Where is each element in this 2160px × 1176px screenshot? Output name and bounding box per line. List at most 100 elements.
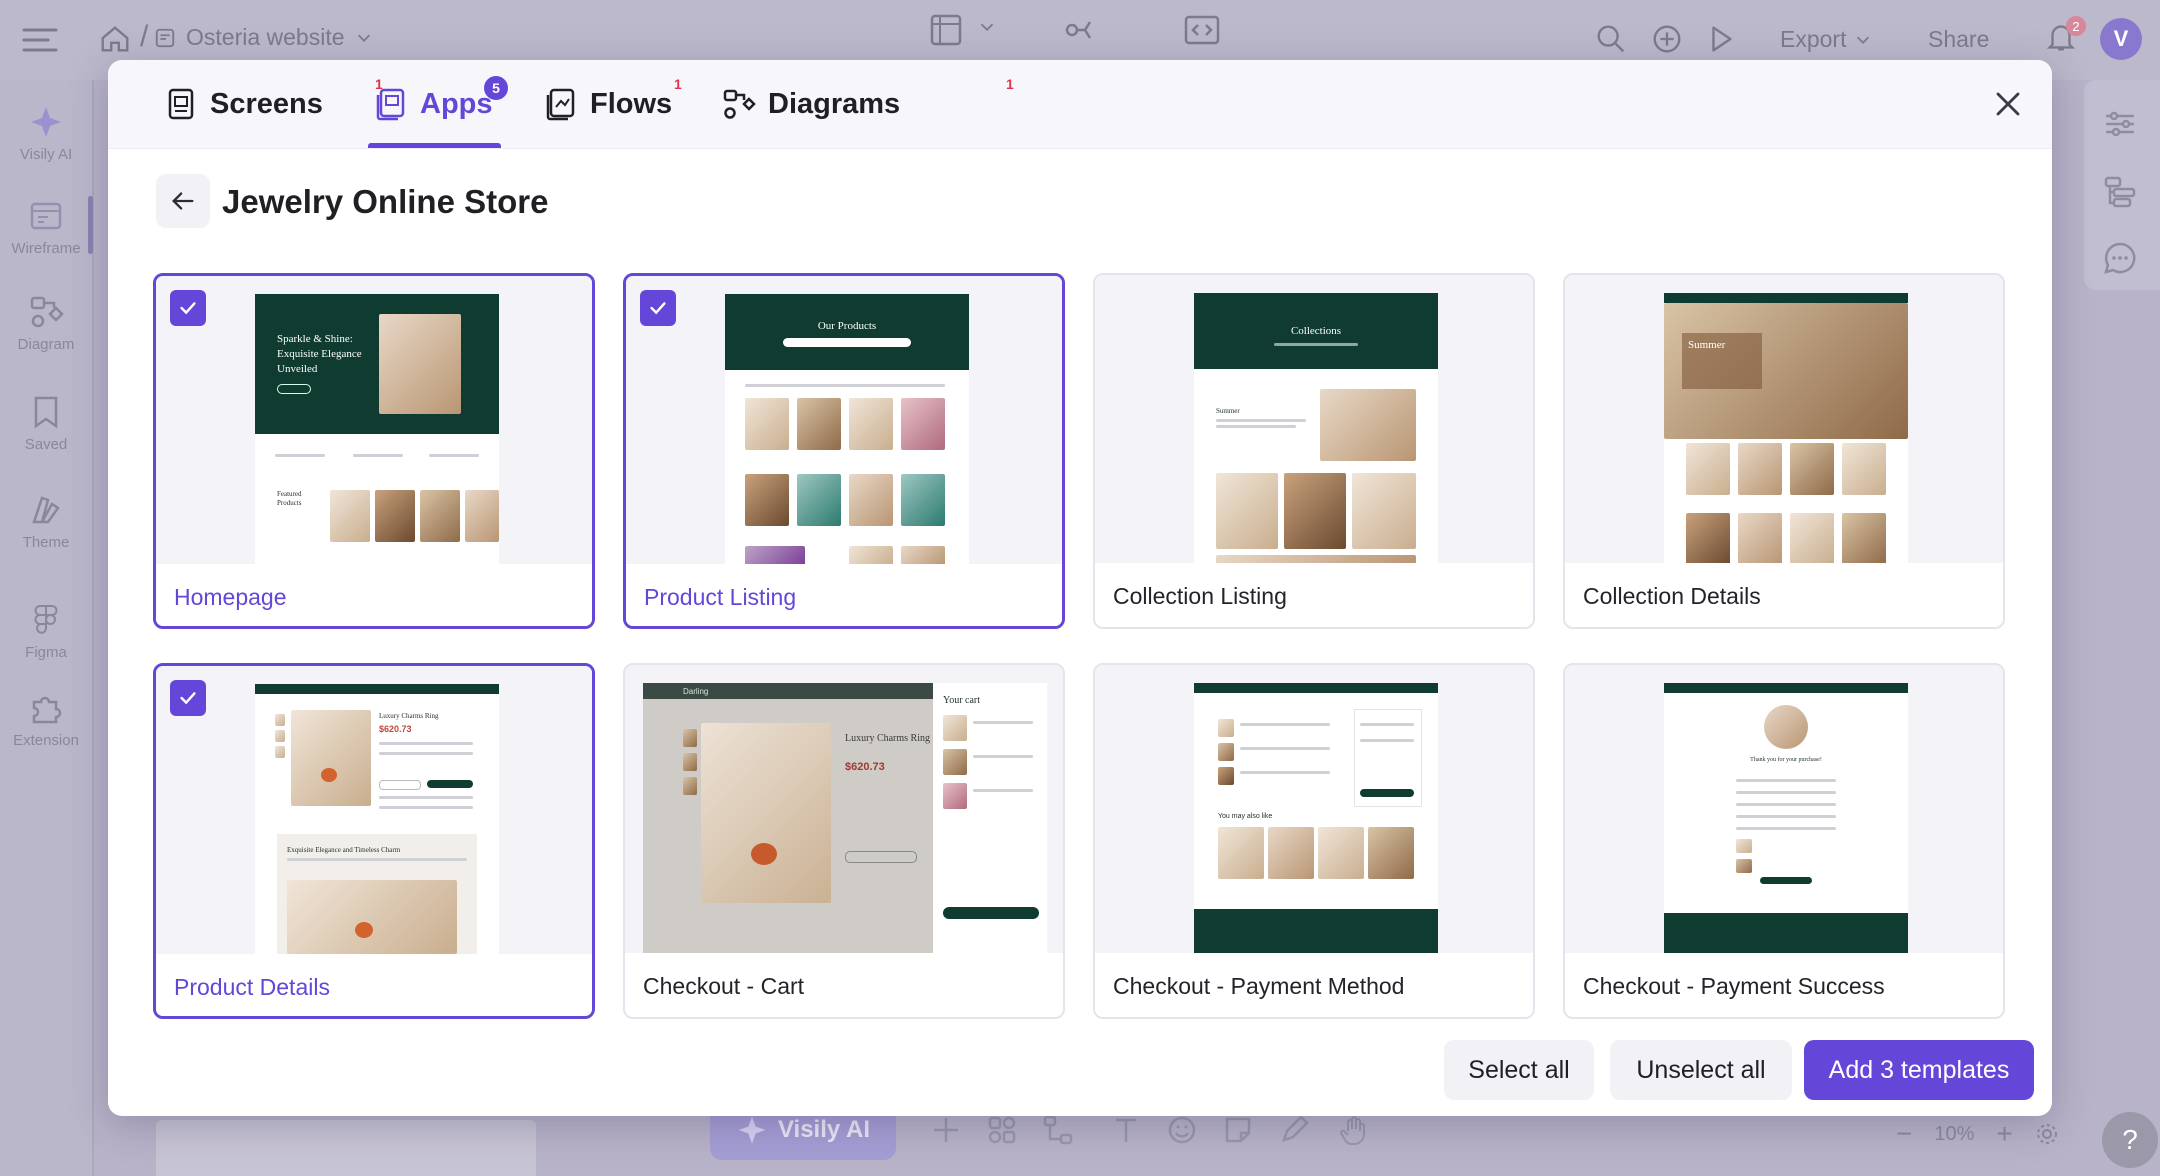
tab-badge: 1	[674, 76, 682, 92]
comment-icon[interactable]	[2102, 240, 2138, 276]
add-icon[interactable]	[1650, 22, 1684, 56]
product-name: Luxury Charms Ring	[379, 712, 439, 720]
zoom-out-button[interactable]: −	[1896, 1118, 1912, 1150]
flows-icon	[546, 88, 575, 121]
hand-tool-icon[interactable]	[1338, 1114, 1370, 1146]
brand-logo-text: Darling	[683, 687, 709, 696]
template-card-homepage[interactable]: Sparkle & Shine: Exquisite Elegance Unve…	[153, 273, 595, 629]
template-card-collection-details[interactable]: Summer Collection Details	[1563, 273, 2005, 629]
elegance-heading: Exquisite Elegance and Timeless Charm	[287, 846, 401, 854]
tab-screens[interactable]: Screens 1	[164, 60, 383, 148]
tab-badge: 1	[1006, 76, 1014, 92]
home-icon[interactable]	[98, 22, 132, 56]
you-may-like-heading: You may also like	[1218, 813, 1273, 820]
sticky-note-icon[interactable]	[1222, 1114, 1254, 1146]
notification-bell-icon[interactable]: 2	[2044, 16, 2086, 54]
template-card-checkout-payment-success[interactable]: Thank you for your purchase! Checkout - …	[1563, 663, 2005, 1019]
project-name-dropdown[interactable]: Osteria website	[154, 24, 373, 51]
flow-icon[interactable]	[1042, 1114, 1074, 1146]
tab-flows[interactable]: Flows 1	[544, 60, 682, 148]
saved-icon	[34, 396, 58, 429]
code-mode-icon[interactable]	[1182, 10, 1222, 50]
template-card-product-listing[interactable]: Our Products Product Listing	[623, 273, 1065, 629]
screen-icon	[168, 88, 194, 120]
card-thumbnail-area: Collections Summer	[1095, 275, 1533, 563]
search-icon[interactable]	[1594, 22, 1628, 56]
tab-apps[interactable]: Apps 5	[368, 60, 508, 148]
our-products-heading: Our Products	[817, 320, 877, 332]
notification-count-badge: 2	[2066, 16, 2086, 36]
checkbox-checked[interactable]	[170, 680, 206, 716]
export-button[interactable]: Export	[1780, 26, 1872, 53]
tab-label: Diagrams	[768, 87, 901, 120]
sidebar-item-extension[interactable]: Extension	[0, 690, 92, 749]
hamburger-menu-icon[interactable]	[20, 20, 60, 60]
template-card-collection-listing[interactable]: Collections Summer Collection Listing	[1093, 273, 1535, 629]
card-label-area: Product Details	[156, 954, 592, 1016]
checkbox-checked[interactable]	[170, 290, 206, 326]
sidebar-item-diagram[interactable]: Diagram	[0, 294, 92, 353]
checkout-cart-preview: Darling Luxury Charms Ring $620.73 Your …	[643, 683, 1047, 953]
card-label-area: Homepage	[156, 564, 592, 626]
collection-details-preview: Summer	[1664, 293, 1908, 563]
sidebar-item-wireframe[interactable]: Wireframe	[0, 198, 92, 257]
project-icon	[155, 28, 175, 47]
checkbox-checked[interactable]	[640, 290, 676, 326]
chevron-down-icon[interactable]	[976, 16, 998, 38]
chevron-down-icon	[1857, 36, 1870, 44]
settings-icon[interactable]	[2035, 1122, 2059, 1146]
sidebar-item-figma[interactable]: Figma	[0, 602, 92, 661]
export-label: Export	[1780, 26, 1847, 52]
breadcrumb-separator: /	[140, 20, 149, 53]
collections-heading: Collections	[1290, 325, 1342, 337]
zoom-control: − 10% +	[1896, 1112, 2076, 1156]
template-card-checkout-payment-method[interactable]: You may also like Checkout - Payment Met…	[1093, 663, 1535, 1019]
avatar[interactable]: V	[2100, 18, 2142, 60]
check-icon	[180, 302, 196, 315]
tab-diagrams[interactable]: Diagrams 1	[722, 60, 1014, 148]
add-templates-button[interactable]: Add 3 templates	[1804, 1040, 2034, 1100]
card-thumbnail-area: Darling Luxury Charms Ring $620.73 Your …	[625, 665, 1063, 953]
sidebar-label: Extension	[13, 732, 79, 749]
product-name: Luxury Charms Ring	[845, 733, 930, 744]
template-card-checkout-cart[interactable]: Darling Luxury Charms Ring $620.73 Your …	[623, 663, 1065, 1019]
sidebar-label: Figma	[25, 644, 67, 661]
card-label: Product Listing	[644, 584, 797, 610]
card-label-area: Collection Listing	[1095, 563, 1533, 627]
template-card-product-details[interactable]: Luxury Charms Ring $620.73 Exquisite Ele…	[153, 663, 595, 1019]
layers-icon[interactable]	[2102, 174, 2138, 210]
pen-icon[interactable]	[1278, 1114, 1310, 1146]
sidebar-item-theme[interactable]: Theme	[0, 492, 92, 551]
zoom-in-button[interactable]: +	[1996, 1118, 2012, 1150]
play-icon[interactable]	[1704, 22, 1738, 56]
emoji-icon[interactable]	[1166, 1114, 1198, 1146]
project-name: Osteria website	[186, 24, 345, 50]
card-thumbnail-area: Sparkle & Shine: Exquisite Elegance Unve…	[156, 276, 592, 564]
sidebar-item-visily-ai[interactable]: Visily AI	[0, 104, 92, 163]
prototype-mode-icon[interactable]	[1060, 10, 1100, 50]
active-tab-indicator	[368, 143, 501, 148]
close-icon[interactable]	[1990, 86, 2026, 122]
components-icon[interactable]	[986, 1114, 1018, 1146]
plus-icon[interactable]	[930, 1114, 962, 1146]
right-panel	[2084, 80, 2160, 290]
visily-ai-label: Visily AI	[777, 1116, 871, 1143]
design-mode-icon[interactable]	[926, 10, 966, 50]
share-button[interactable]: Share	[1928, 26, 1989, 53]
hero-heading: Sparkle & Shine: Exquisite Elegance Unve…	[277, 333, 362, 375]
back-button[interactable]	[156, 174, 210, 228]
unselect-all-button[interactable]: Unselect all	[1610, 1040, 1792, 1100]
background-canvas-frame	[156, 1120, 536, 1176]
product-listing-preview: Our Products	[725, 294, 969, 564]
modal-tab-bar: Screens 1 Apps 5 Flows 1 Diagrams 1	[108, 60, 2052, 149]
sidebar-item-saved[interactable]: Saved	[0, 394, 92, 453]
tab-label: Flows	[590, 87, 673, 120]
diagram-icon	[30, 296, 64, 328]
card-label: Checkout - Payment Success	[1583, 973, 1885, 999]
help-button[interactable]: ?	[2102, 1112, 2158, 1168]
card-label-area: Checkout - Payment Success	[1565, 953, 2003, 1017]
sliders-icon[interactable]	[2102, 106, 2138, 142]
select-all-button[interactable]: Select all	[1444, 1040, 1594, 1100]
zoom-level[interactable]: 10%	[1934, 1123, 1974, 1146]
text-tool-icon[interactable]	[1110, 1114, 1142, 1146]
